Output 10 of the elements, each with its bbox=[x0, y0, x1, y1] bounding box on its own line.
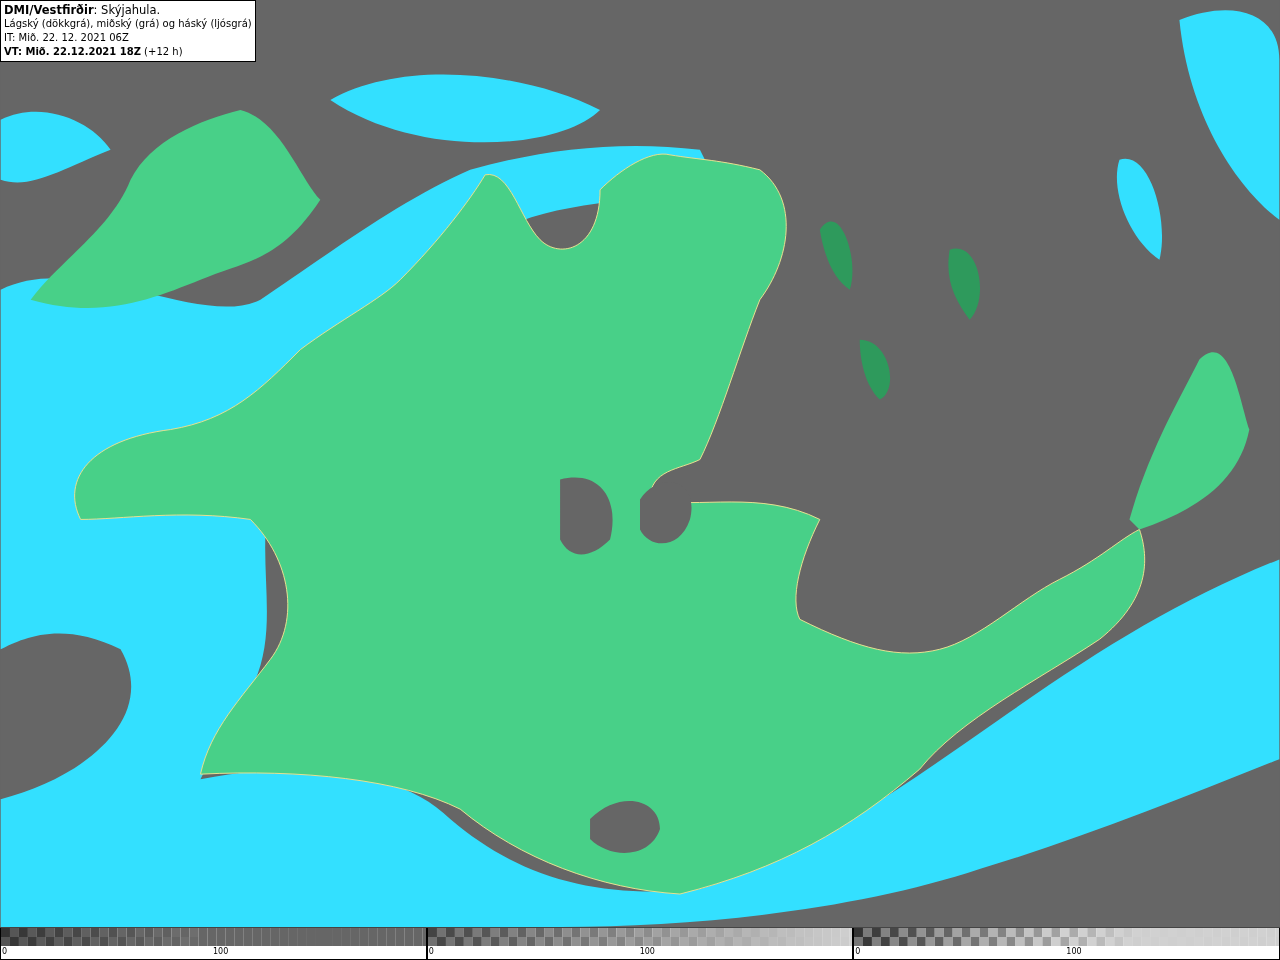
scale-mid-label: 100 bbox=[1066, 946, 1082, 958]
legend-text: DMI/Vestfirðir: Skýjahula. bbox=[4, 3, 162, 17]
scale-mid-label: 100 bbox=[213, 946, 229, 958]
scale-mid-label: 100 bbox=[639, 946, 655, 958]
legend-text: VT: Mið. 22.12.2021 18Z (+12 h) bbox=[4, 45, 184, 59]
legend-text: IT: Mið. 22. 12. 2021 06Z bbox=[4, 31, 130, 45]
scale-min-label: 0 bbox=[428, 946, 434, 958]
scale-min-label: 0 bbox=[855, 946, 861, 958]
scale-min-label: 0 bbox=[2, 946, 8, 958]
legend-text: Lágský (dökkgrá), miðský (grá) og háský (ljósgrá) bbox=[4, 17, 252, 31]
